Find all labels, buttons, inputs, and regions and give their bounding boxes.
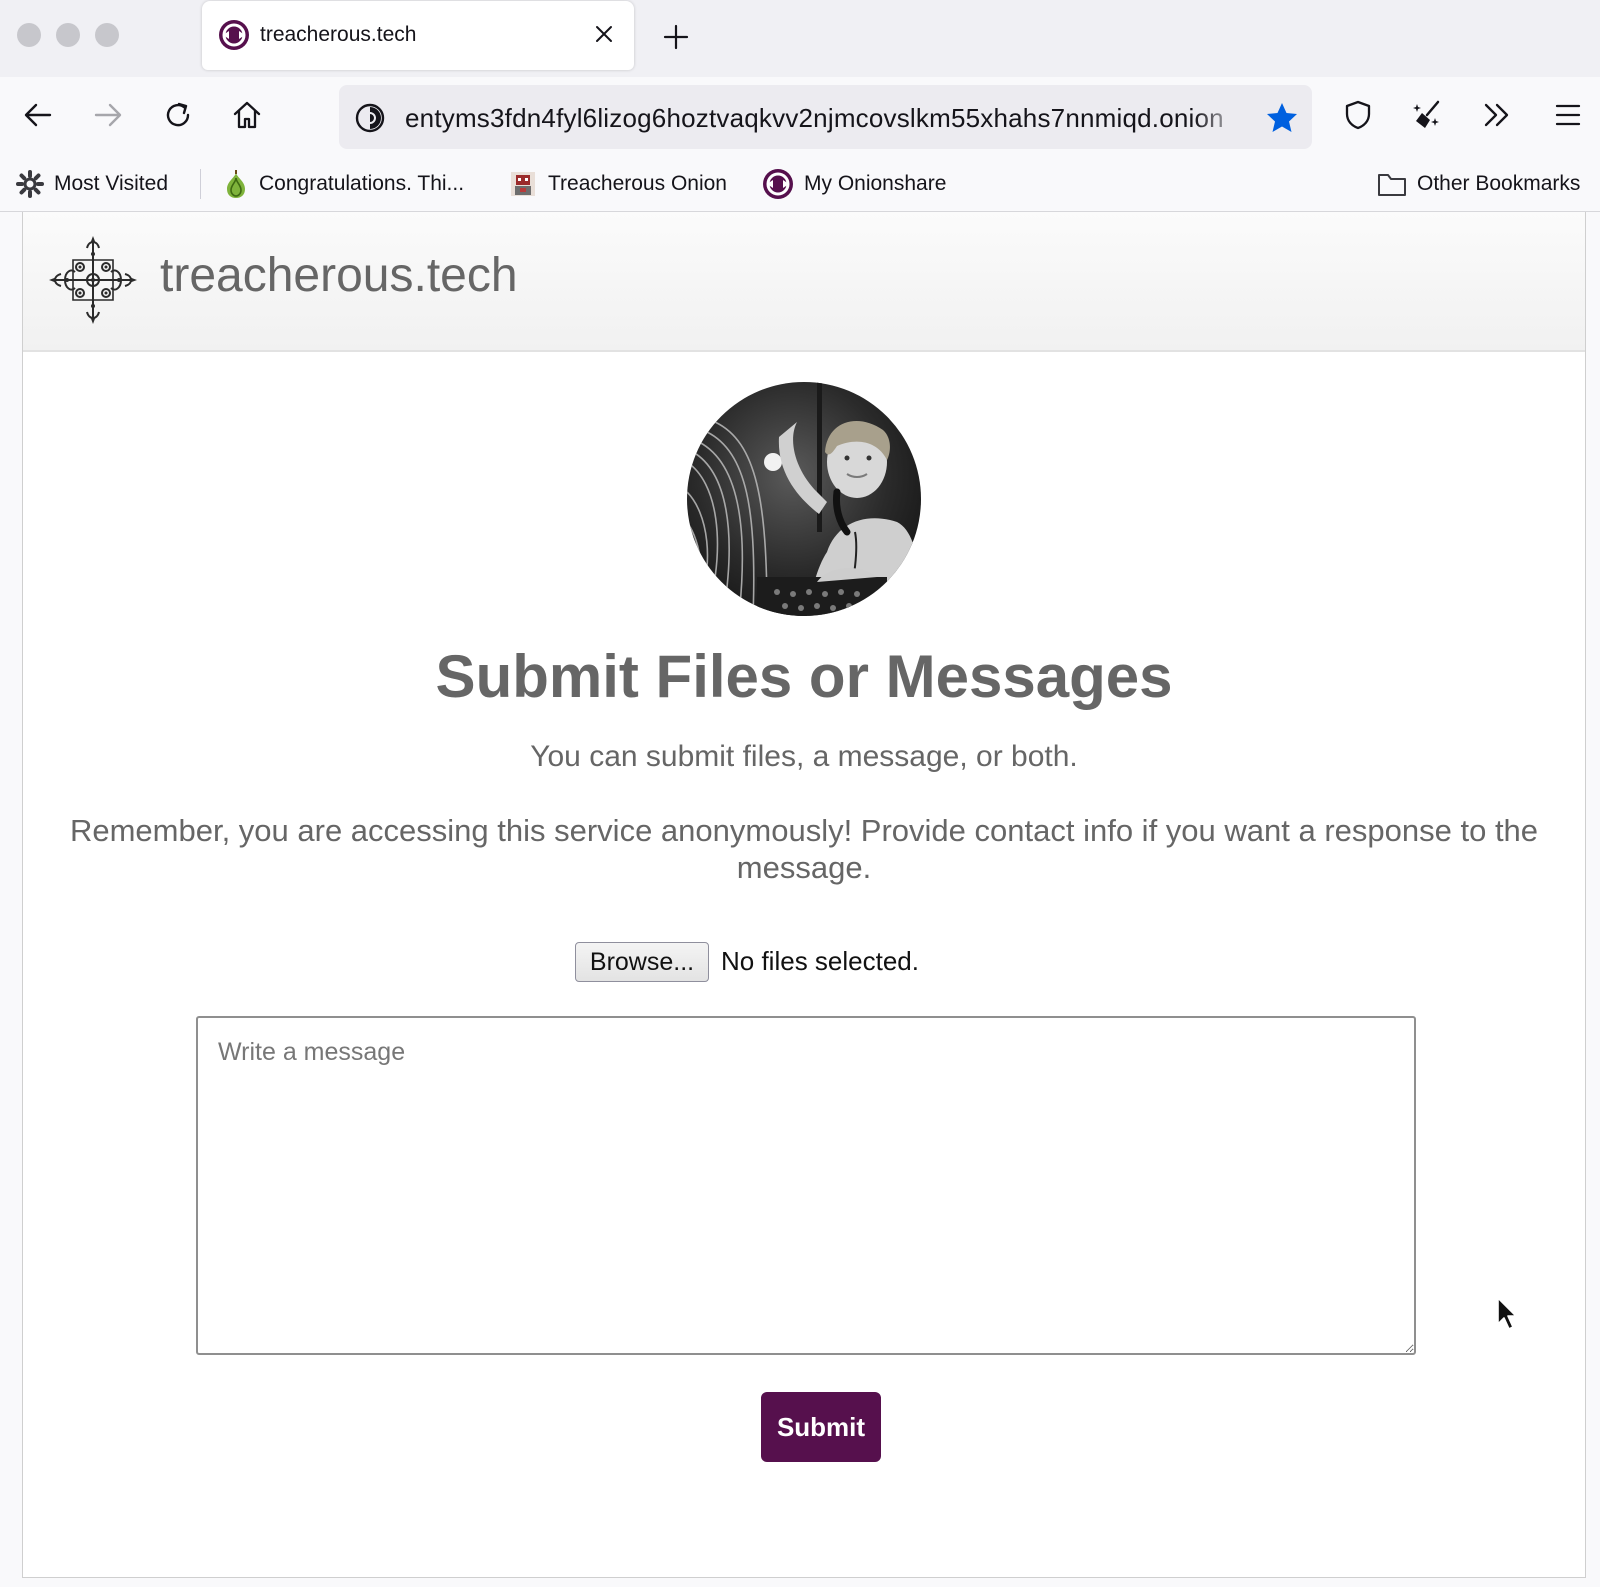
tab-strip: treacherous.tech [0,0,1600,77]
operator-photo [687,382,921,616]
onionshare-icon [763,169,793,199]
page-heading: Submit Files or Messages [435,643,1173,710]
switchboard-operator-image [687,382,921,616]
close-tab-button[interactable] [587,17,621,51]
tor-onion-site-icon [355,103,385,133]
bookmark-label: Most Visited [54,172,168,195]
other-bookmarks-folder[interactable]: Other Bookmarks [1377,167,1580,201]
bookmark-label: My Onionshare [804,172,947,195]
tracking-protection-button[interactable] [1336,93,1380,137]
submit-button[interactable]: Submit [761,1392,881,1462]
shield-icon [1345,100,1371,130]
browser-tab[interactable]: treacherous.tech [202,1,634,70]
close-icon [596,26,612,42]
folder-icon [1378,174,1406,196]
back-button[interactable] [16,93,60,137]
plus-icon [663,24,689,50]
bookmark-my-onionshare[interactable]: My Onionshare [762,167,946,201]
home-icon [233,101,261,129]
anonymity-notice: Remember, you are accessing this service… [69,813,1539,885]
hamburger-menu-icon [1555,104,1581,126]
bookmark-label: Congratulations. Thi... [259,172,465,195]
gear-icon [16,170,44,198]
site-header: treacherous.tech [23,212,1585,352]
minimize-window-button[interactable] [56,23,80,47]
double-chevron-right-icon [1484,103,1509,127]
onion-icon [227,170,245,198]
close-window-button[interactable] [17,23,41,47]
app-menu-button[interactable] [1546,93,1590,137]
maximize-window-button[interactable] [95,23,119,47]
more-tools-button[interactable] [1475,93,1519,137]
ornamental-logo-icon [49,236,137,324]
onionshare-icon [219,20,249,50]
tab-title: treacherous.tech [260,23,417,46]
new-tab-button[interactable] [658,19,694,55]
other-bookmarks-label: Other Bookmarks [1417,172,1581,195]
bookmarks-toolbar: Most Visited Congratulations. Thi... Tre… [0,157,1600,212]
reload-button[interactable] [156,93,200,137]
browse-button[interactable]: Browse... [575,942,709,982]
reload-icon [166,102,190,127]
address-bar[interactable]: entyms3fdn4fyl6lizog6hoztvaqkvv2njmcovsl… [339,85,1312,149]
new-identity-button[interactable] [1406,93,1450,137]
arrow-left-icon [24,103,52,127]
forward-button[interactable] [86,93,130,137]
mouse-pointer-icon [1497,1297,1517,1330]
bookmark-most-visited[interactable]: Most Visited [16,167,168,201]
robot-icon [511,172,535,196]
page-subtext: You can submit files, a message, or both… [530,740,1078,773]
bookmark-separator [200,169,201,199]
home-button[interactable] [225,93,269,137]
arrow-right-icon [94,103,122,127]
site-name: treacherous.tech [160,249,518,302]
message-textarea[interactable] [196,1016,1416,1355]
bookmark-star-icon[interactable] [1265,101,1299,135]
bookmark-label: Treacherous Onion [548,172,727,195]
page-content: treacherous.tech Submit Files or Message… [22,212,1586,1578]
file-status-text: No files selected. [721,946,919,976]
bookmark-treacherous-onion[interactable]: Treacherous Onion [508,167,727,201]
file-input: Browse... No files selected. [23,940,1585,984]
navigation-toolbar: entyms3fdn4fyl6lizog6hoztvaqkvv2njmcovsl… [0,77,1600,157]
bookmark-congratulations[interactable]: Congratulations. Thi... [223,167,464,201]
broom-icon [1413,100,1440,128]
url-text: entyms3fdn4fyl6lizog6hoztvaqkvv2njmcovsl… [405,103,1224,133]
